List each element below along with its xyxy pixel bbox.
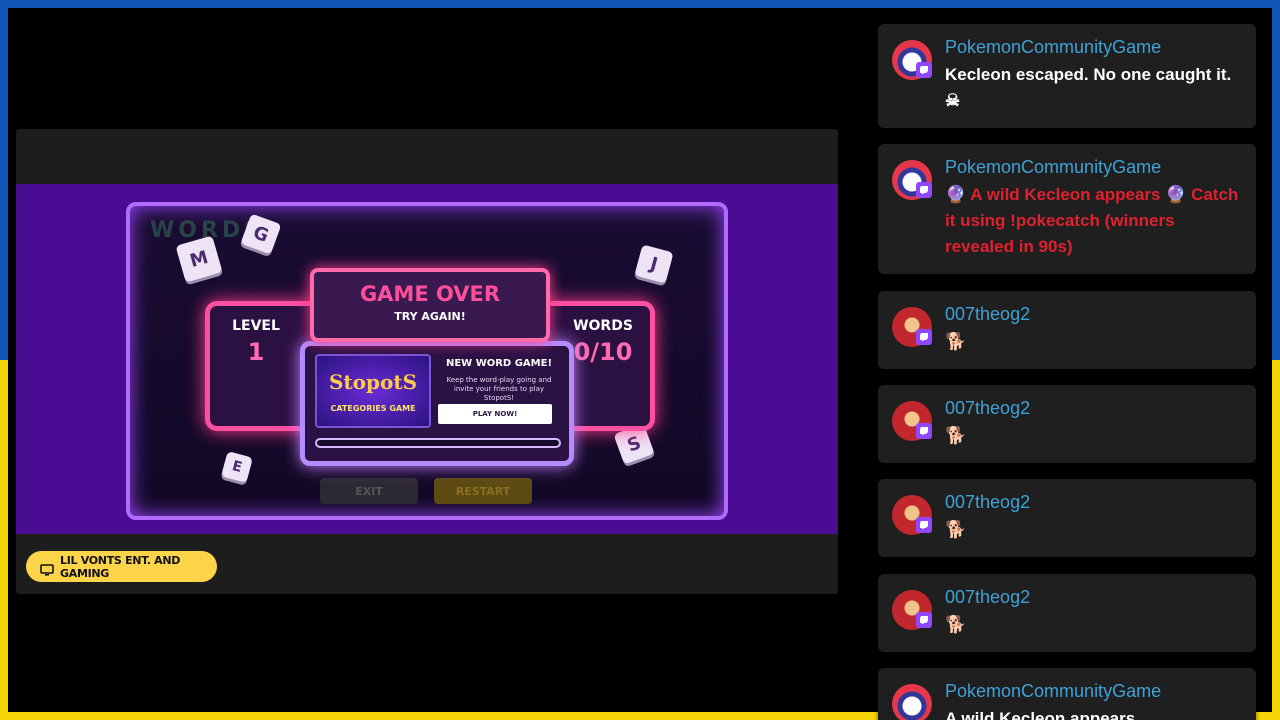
game-frame: WORDS G M J S E EXIT RESTART LEVEL 1 WOR… xyxy=(126,202,728,520)
letter-die: E xyxy=(221,451,253,483)
restart-button[interactable]: RESTART xyxy=(434,478,532,504)
play-now-button[interactable]: PLAY NOW! xyxy=(438,404,552,424)
level-label: LEVEL xyxy=(232,318,280,334)
poke-avatar xyxy=(892,684,932,720)
promo-tag: CATEGORIES GAME xyxy=(330,404,416,413)
twitch-icon xyxy=(916,612,932,628)
channel-badge: LIL VONTS ENT. AND GAMING xyxy=(26,551,217,582)
dog-emote-icon: 🐕 xyxy=(945,520,967,539)
chat-message: 007theog2 🐕 xyxy=(878,574,1256,652)
chat-text: Kecleon escaped. No one caught it. ☠ xyxy=(945,62,1245,114)
stopots-image: StopotS CATEGORIES GAME xyxy=(315,354,431,428)
letter-die: J xyxy=(634,244,674,284)
words-value: 0/10 xyxy=(573,338,633,366)
game-over-title: GAME OVER xyxy=(359,282,501,306)
chat-message: PokemonCommunityGame A wild Kecleon appe… xyxy=(878,668,1256,720)
chat-message: 007theog2 🐕 xyxy=(878,479,1256,557)
chat-panel: PokemonCommunityGame Kecleon escaped. No… xyxy=(878,0,1256,720)
promo-text: Keep the word-play going and invite your… xyxy=(446,376,552,402)
chat-username[interactable]: PokemonCommunityGame xyxy=(945,681,1161,702)
progress-bar xyxy=(315,438,561,448)
exit-button[interactable]: EXIT xyxy=(320,478,418,504)
twitch-icon xyxy=(916,329,932,345)
chat-text: A wild Kecleon appears... xyxy=(945,709,1150,720)
chat-username[interactable]: 007theog2 xyxy=(945,398,1030,419)
dog-emote-icon: 🐕 xyxy=(945,332,967,351)
promo-brand: StopotS xyxy=(328,370,418,394)
level-value: 1 xyxy=(247,338,265,366)
twitch-icon xyxy=(916,517,932,533)
twitch-icon xyxy=(916,62,932,78)
chat-username[interactable]: 007theog2 xyxy=(945,304,1030,325)
monitor-icon xyxy=(40,561,54,576)
game-screen: WORDS G M J S E EXIT RESTART LEVEL 1 WOR… xyxy=(16,184,838,534)
chat-message: PokemonCommunityGame 🔮 A wild Kecleon ap… xyxy=(878,144,1256,274)
words-label: WORDS xyxy=(573,318,633,334)
game-over-header: GAME OVER TRY AGAIN! xyxy=(310,268,550,342)
chat-message: 007theog2 🐕 xyxy=(878,385,1256,463)
channel-name: LIL VONTS ENT. AND GAMING xyxy=(60,553,181,580)
chat-message: PokemonCommunityGame Kecleon escaped. No… xyxy=(878,24,1256,128)
chat-username[interactable]: PokemonCommunityGame xyxy=(945,37,1161,58)
promo-heading: NEW WORD GAME! xyxy=(445,358,552,369)
chat-username[interactable]: 007theog2 xyxy=(945,587,1030,608)
dog-emote-icon: 🐕 xyxy=(945,615,967,634)
chat-username[interactable]: PokemonCommunityGame xyxy=(945,157,1161,178)
promo-panel: StopotS CATEGORIES GAME NEW WORD GAME! K… xyxy=(300,341,574,466)
dog-emote-icon: 🐕 xyxy=(945,426,967,445)
chat-message: 007theog2 🐕 xyxy=(878,291,1256,369)
game-over-subtitle: TRY AGAIN! xyxy=(394,310,466,323)
chat-username[interactable]: 007theog2 xyxy=(945,492,1030,513)
twitch-icon xyxy=(916,182,932,198)
skull-emote-icon: ☠ xyxy=(945,91,961,110)
twitch-icon xyxy=(916,423,932,439)
chat-text: 🔮 A wild Kecleon appears 🔮 Catch it usin… xyxy=(945,185,1239,256)
